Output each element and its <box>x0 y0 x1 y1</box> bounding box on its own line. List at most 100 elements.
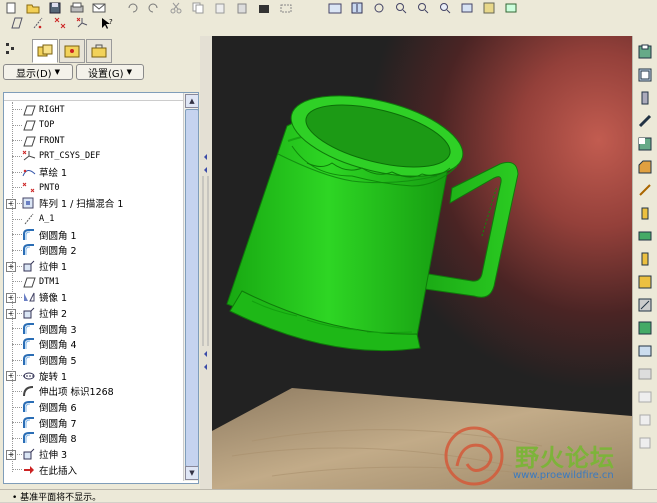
chamfer-tool-icon[interactable] <box>637 159 653 175</box>
undo-icon[interactable] <box>124 1 140 15</box>
print-icon[interactable] <box>69 1 85 15</box>
expand-icon[interactable]: + <box>6 292 16 303</box>
tree-item[interactable]: PRT_CSYS_DEF <box>4 149 100 164</box>
tab-folder-browser[interactable] <box>59 39 85 63</box>
solidify-tool-icon[interactable] <box>637 435 653 451</box>
rib-tool-icon[interactable] <box>637 90 653 106</box>
merge-tool-icon[interactable] <box>637 343 653 359</box>
mirror-tool-icon[interactable] <box>637 320 653 336</box>
round-tool-icon[interactable] <box>637 136 653 152</box>
tree-item[interactable]: 倒圆角 3 <box>4 321 77 336</box>
expand-icon[interactable]: + <box>6 449 16 460</box>
tree-item[interactable]: 倒圆角 4 <box>4 337 77 352</box>
cut-icon[interactable] <box>168 1 184 15</box>
redo-icon[interactable] <box>146 1 162 15</box>
tree-item[interactable]: + 镜像 1 <box>4 290 67 305</box>
saved-views-icon[interactable] <box>481 1 497 15</box>
find-icon[interactable] <box>278 1 294 15</box>
tree-item[interactable]: + 旋转 1 <box>4 368 67 383</box>
scroll-down-arrow-icon[interactable]: ▼ <box>185 466 198 480</box>
shell-tool-icon[interactable] <box>637 67 653 83</box>
reorient-icon[interactable] <box>459 1 475 15</box>
extrude-tool-icon[interactable] <box>637 205 653 221</box>
email-icon[interactable] <box>91 1 107 15</box>
tree-item[interactable]: 倒圆角 2 <box>4 243 77 258</box>
tree-item[interactable]: 在此插入 <box>4 462 77 477</box>
variable-sweep-tool-icon[interactable] <box>637 251 653 267</box>
style-tool-icon[interactable] <box>637 297 653 313</box>
thicken-tool-icon[interactable] <box>637 412 653 428</box>
tree-item-label: 镜像 1 <box>39 293 68 305</box>
open-folder-icon[interactable] <box>25 1 41 15</box>
tree-connector <box>12 249 22 251</box>
expand-icon[interactable]: + <box>6 198 16 209</box>
tree-item[interactable]: + 拉伸 1 <box>4 259 67 274</box>
offset-tool-icon[interactable] <box>637 389 653 405</box>
main-toolbar: ? <box>0 0 657 37</box>
scrollbar-thumb[interactable] <box>185 109 198 467</box>
datum-axis-display-icon[interactable] <box>30 16 46 30</box>
model-tree-tab-icon <box>37 44 53 57</box>
blend-tool-icon[interactable] <box>637 274 653 290</box>
datum-plane-display-icon[interactable] <box>8 16 24 30</box>
draft-tool-icon[interactable] <box>637 113 653 129</box>
tree-item[interactable]: + 阵列 1 / 扫描混合 1 <box>4 196 123 211</box>
tree-vertical-scrollbar[interactable]: ▲ ▼ <box>183 93 198 481</box>
toolbar-row-2: ? <box>0 15 118 31</box>
revolve-tool-icon[interactable] <box>637 228 653 244</box>
status-bar: • 基准平面将不显示。 <box>0 489 657 503</box>
tree-item[interactable]: 伸出项 标识1268 <box>4 384 114 399</box>
spin-center-icon[interactable] <box>349 1 365 15</box>
context-help-icon[interactable]: ? <box>99 16 115 30</box>
repaint-icon[interactable] <box>327 1 343 15</box>
round-icon <box>22 432 36 444</box>
round-icon <box>22 354 36 366</box>
tree-item[interactable]: FRONT <box>4 133 65 148</box>
tree-item[interactable]: 倒圆角 6 <box>4 400 77 415</box>
zoom-out-icon[interactable] <box>415 1 431 15</box>
save-icon[interactable] <box>47 1 63 15</box>
expand-icon[interactable]: + <box>6 261 16 272</box>
tree-trunk-line <box>12 102 13 472</box>
expand-icon[interactable]: + <box>6 371 16 382</box>
paste-special-icon[interactable] <box>234 1 250 15</box>
panel-splitter[interactable] <box>200 36 212 489</box>
expand-icon[interactable]: + <box>6 308 16 319</box>
axis-icon <box>22 213 36 225</box>
zoom-in-icon[interactable] <box>393 1 409 15</box>
favorites-tab-icon <box>91 44 107 58</box>
tree-item[interactable]: 草绘 1 <box>4 165 67 180</box>
tree-item[interactable]: + 拉伸 3 <box>4 447 67 462</box>
tree-connector <box>12 390 22 392</box>
settings-menu-button[interactable]: 设置(G) ▼ <box>76 64 144 80</box>
tab-favorites[interactable] <box>86 39 112 63</box>
panel-grip-icon[interactable] <box>2 38 20 62</box>
model-tree-header <box>4 93 184 101</box>
csys-display-icon[interactable] <box>74 16 90 30</box>
tree-connector <box>12 422 22 424</box>
tree-item[interactable]: 倒圆角 7 <box>4 415 77 430</box>
tree-item[interactable]: 倒圆角 8 <box>4 431 77 446</box>
tab-model-tree[interactable] <box>32 39 58 63</box>
sketch-tool-icon[interactable] <box>637 182 653 198</box>
tree-item[interactable]: 倒圆角 1 <box>4 227 77 242</box>
tree-item[interactable]: RIGHT <box>4 102 65 117</box>
copy-icon[interactable] <box>190 1 206 15</box>
paste-icon[interactable] <box>212 1 228 15</box>
tree-item-label: 倒圆角 4 <box>39 340 77 352</box>
scroll-up-arrow-icon[interactable]: ▲ <box>185 94 198 108</box>
hole-tool-icon[interactable] <box>637 44 653 60</box>
graphics-viewport[interactable] <box>212 36 632 489</box>
display-menu-button[interactable]: 显示(D) ▼ <box>3 64 73 80</box>
refit-icon[interactable] <box>437 1 453 15</box>
new-file-icon[interactable] <box>3 1 19 15</box>
tree-item-label: DTM1 <box>39 276 60 287</box>
regenerate-icon[interactable] <box>256 1 272 15</box>
trim-tool-icon[interactable] <box>637 366 653 382</box>
layers-icon[interactable] <box>503 1 519 15</box>
orient-mode-icon[interactable] <box>371 1 387 15</box>
tree-item[interactable]: + 拉伸 2 <box>4 306 67 321</box>
datum-point-display-icon[interactable] <box>52 16 68 30</box>
sketch-icon <box>22 166 36 178</box>
tree-item[interactable]: 倒圆角 5 <box>4 353 77 368</box>
